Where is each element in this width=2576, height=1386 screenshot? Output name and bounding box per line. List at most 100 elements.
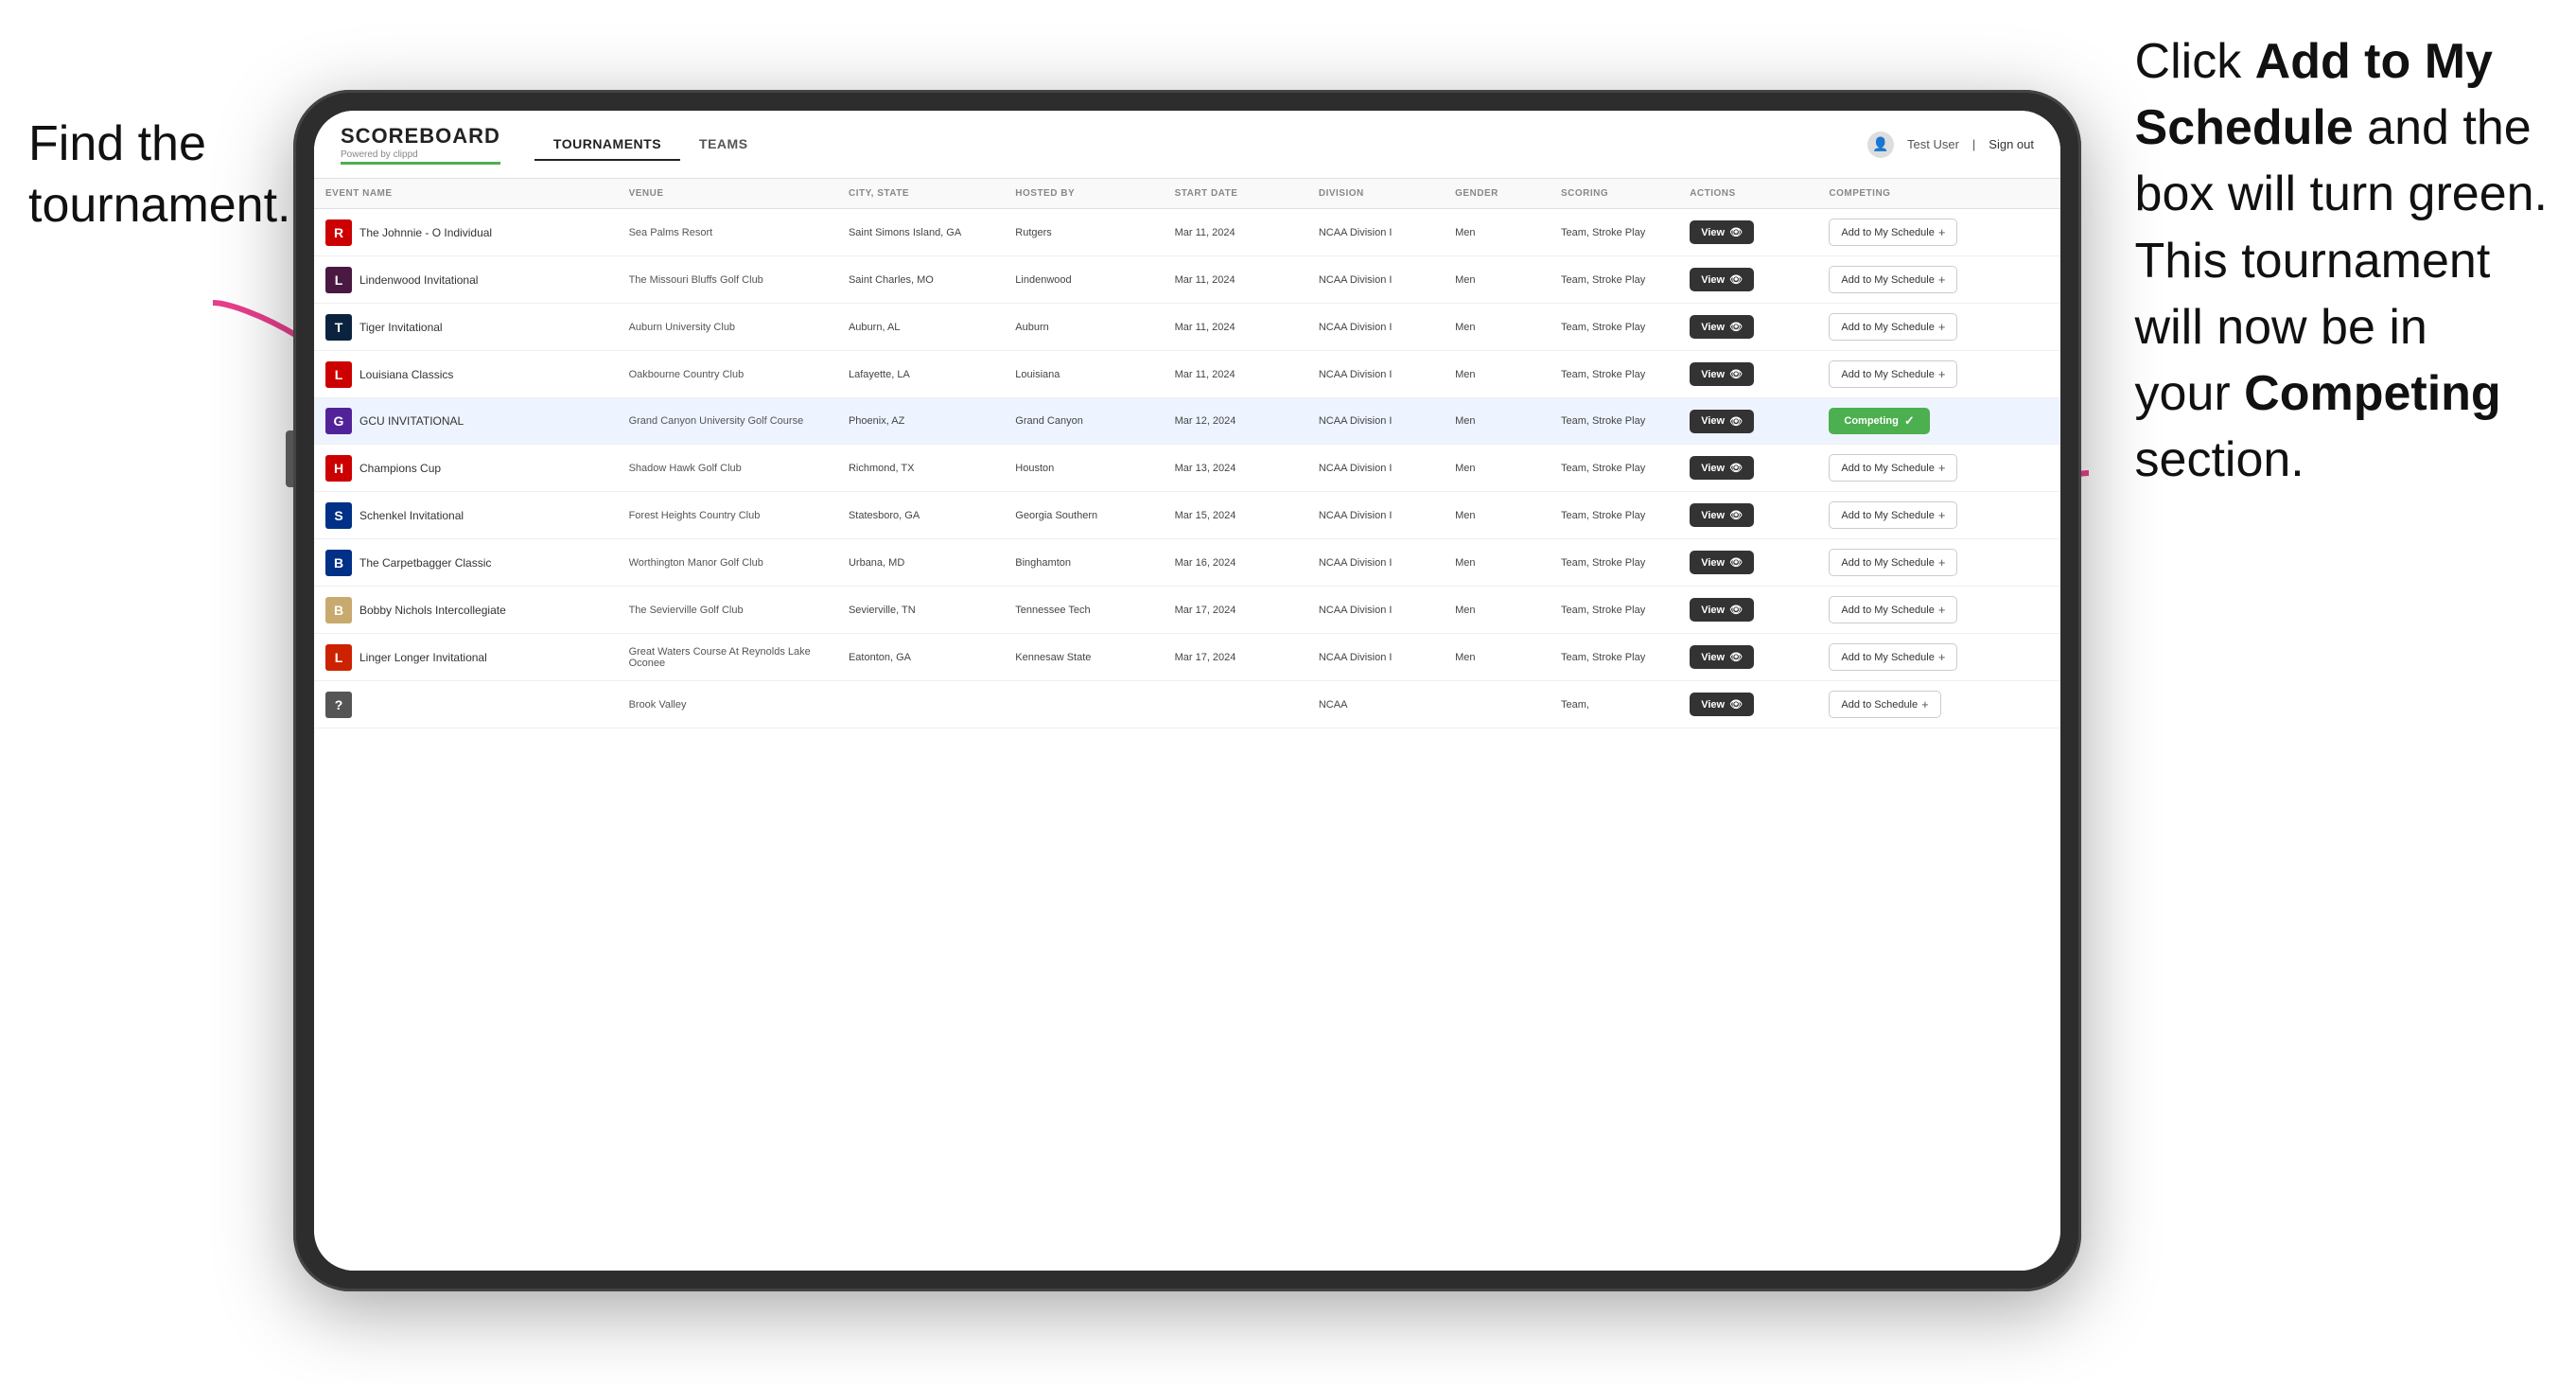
venue-cell: Shadow Hawk Golf Club bbox=[618, 445, 837, 492]
division-cell: NCAA Division I bbox=[1307, 492, 1444, 539]
event-name: Lindenwood Invitational bbox=[359, 273, 478, 287]
tablet-frame: SCOREBOARD Powered by clippd TOURNAMENTS… bbox=[293, 90, 2081, 1291]
view-button[interactable]: View 👁 bbox=[1690, 598, 1754, 622]
view-button[interactable]: View 👁 bbox=[1690, 315, 1754, 339]
event-name-cell: G GCU INVITATIONAL bbox=[314, 398, 618, 445]
actions-cell: View 👁 bbox=[1678, 304, 1817, 351]
view-button[interactable]: View 👁 bbox=[1690, 503, 1754, 527]
view-button[interactable]: View 👁 bbox=[1690, 410, 1754, 433]
venue-cell: Great Waters Course At Reynolds Lake Oco… bbox=[618, 634, 837, 681]
check-icon: ✓ bbox=[1904, 413, 1915, 429]
tab-teams[interactable]: TEAMS bbox=[680, 129, 767, 161]
city-cell: Lafayette, LA bbox=[837, 351, 1004, 398]
view-button[interactable]: View 👁 bbox=[1690, 268, 1754, 291]
competing-cell: Add to My Schedule + bbox=[1817, 351, 2060, 398]
competing-cell: Add to My Schedule + bbox=[1817, 634, 2060, 681]
user-name: Test User bbox=[1907, 137, 1959, 151]
division-cell: NCAA Division I bbox=[1307, 209, 1444, 256]
gender-cell: Men bbox=[1444, 209, 1550, 256]
actions-cell: View 👁 bbox=[1678, 634, 1817, 681]
event-name-cell: B Bobby Nichols Intercollegiate bbox=[314, 587, 618, 634]
team-logo: S bbox=[325, 502, 352, 529]
team-logo: H bbox=[325, 455, 352, 482]
add-to-schedule-button[interactable]: Add to My Schedule + bbox=[1829, 360, 1957, 388]
event-name-cell: T Tiger Invitational bbox=[314, 304, 618, 351]
actions-cell: View 👁 bbox=[1678, 351, 1817, 398]
date-cell: Mar 11, 2024 bbox=[1164, 209, 1307, 256]
eye-icon: 👁 bbox=[1729, 651, 1743, 663]
table-header-row: EVENT NAME VENUE CITY, STATE HOSTED BY S… bbox=[314, 179, 2060, 209]
view-button[interactable]: View 👁 bbox=[1690, 456, 1754, 480]
add-to-schedule-button[interactable]: Add to My Schedule + bbox=[1829, 549, 1957, 576]
eye-icon: 👁 bbox=[1729, 509, 1743, 521]
event-name-cell: R The Johnnie - O Individual bbox=[314, 209, 618, 256]
tablet-screen: SCOREBOARD Powered by clippd TOURNAMENTS… bbox=[314, 111, 2060, 1271]
date-cell: Mar 13, 2024 bbox=[1164, 445, 1307, 492]
hosted-cell: Lindenwood bbox=[1004, 256, 1163, 304]
add-to-schedule-button[interactable]: Add to My Schedule + bbox=[1829, 454, 1957, 482]
plus-icon: + bbox=[1921, 697, 1929, 711]
hosted-cell: Binghamton bbox=[1004, 539, 1163, 587]
table-container[interactable]: EVENT NAME VENUE CITY, STATE HOSTED BY S… bbox=[314, 179, 2060, 1271]
venue-cell: Forest Heights Country Club bbox=[618, 492, 837, 539]
tab-tournaments[interactable]: TOURNAMENTS bbox=[534, 129, 680, 161]
add-to-schedule-button[interactable]: Add to Schedule + bbox=[1829, 691, 1940, 718]
venue-cell: Sea Palms Resort bbox=[618, 209, 837, 256]
add-to-schedule-button[interactable]: Add to My Schedule + bbox=[1829, 643, 1957, 671]
event-name: The Johnnie - O Individual bbox=[359, 226, 492, 239]
col-header-date: START DATE bbox=[1164, 179, 1307, 209]
actions-cell: View 👁 bbox=[1678, 587, 1817, 634]
add-to-schedule-button[interactable]: Add to My Schedule + bbox=[1829, 266, 1957, 293]
team-logo: R bbox=[325, 219, 352, 246]
actions-cell: View 👁 bbox=[1678, 256, 1817, 304]
hosted-cell: Auburn bbox=[1004, 304, 1163, 351]
add-to-schedule-button[interactable]: Add to My Schedule + bbox=[1829, 313, 1957, 341]
date-cell: Mar 12, 2024 bbox=[1164, 398, 1307, 445]
view-button[interactable]: View 👁 bbox=[1690, 362, 1754, 386]
hosted-cell: Grand Canyon bbox=[1004, 398, 1163, 445]
event-name-cell: L Lindenwood Invitational bbox=[314, 256, 618, 304]
scoring-cell: Team, Stroke Play bbox=[1550, 539, 1678, 587]
division-cell: NCAA bbox=[1307, 681, 1444, 728]
table-row: B Bobby Nichols Intercollegiate The Sevi… bbox=[314, 587, 2060, 634]
team-logo: L bbox=[325, 267, 352, 293]
event-name: Louisiana Classics bbox=[359, 368, 453, 381]
table-row: L Linger Longer Invitational Great Water… bbox=[314, 634, 2060, 681]
event-name-cell: H Champions Cup bbox=[314, 445, 618, 492]
gender-cell: Men bbox=[1444, 256, 1550, 304]
col-header-venue: VENUE bbox=[618, 179, 837, 209]
gender-cell bbox=[1444, 681, 1550, 728]
table-row: L Louisiana Classics Oakbourne Country C… bbox=[314, 351, 2060, 398]
division-cell: NCAA Division I bbox=[1307, 351, 1444, 398]
hosted-cell: Kennesaw State bbox=[1004, 634, 1163, 681]
view-button[interactable]: View 👁 bbox=[1690, 220, 1754, 244]
scoring-cell: Team, bbox=[1550, 681, 1678, 728]
view-button[interactable]: View 👁 bbox=[1690, 645, 1754, 669]
logo-area: SCOREBOARD Powered by clippd bbox=[341, 124, 500, 165]
gender-cell: Men bbox=[1444, 445, 1550, 492]
eye-icon: 👁 bbox=[1729, 556, 1743, 569]
table-row: L Lindenwood Invitational The Missouri B… bbox=[314, 256, 2060, 304]
gender-cell: Men bbox=[1444, 304, 1550, 351]
eye-icon: 👁 bbox=[1729, 604, 1743, 616]
user-icon: 👤 bbox=[1867, 132, 1894, 158]
scoring-cell: Team, Stroke Play bbox=[1550, 209, 1678, 256]
add-to-schedule-button[interactable]: Add to My Schedule + bbox=[1829, 596, 1957, 623]
division-cell: NCAA Division I bbox=[1307, 587, 1444, 634]
date-cell: Mar 11, 2024 bbox=[1164, 351, 1307, 398]
separator: | bbox=[1972, 137, 1975, 151]
view-button[interactable]: View 👁 bbox=[1690, 693, 1754, 716]
add-to-schedule-button[interactable]: Add to My Schedule + bbox=[1829, 219, 1957, 246]
add-to-schedule-button[interactable]: Add to My Schedule + bbox=[1829, 501, 1957, 529]
city-cell: Auburn, AL bbox=[837, 304, 1004, 351]
actions-cell: View 👁 bbox=[1678, 445, 1817, 492]
division-cell: NCAA Division I bbox=[1307, 445, 1444, 492]
competing-cell: Add to My Schedule + bbox=[1817, 492, 2060, 539]
city-cell: Eatonton, GA bbox=[837, 634, 1004, 681]
signout-link[interactable]: Sign out bbox=[1989, 137, 2034, 151]
competing-button[interactable]: Competing ✓ bbox=[1829, 408, 1929, 434]
competing-cell: Competing ✓ bbox=[1817, 398, 2060, 445]
plus-icon: + bbox=[1938, 461, 1946, 475]
view-button[interactable]: View 👁 bbox=[1690, 551, 1754, 574]
table-row: ? Brook ValleyNCAATeam, View 👁 Add to Sc… bbox=[314, 681, 2060, 728]
